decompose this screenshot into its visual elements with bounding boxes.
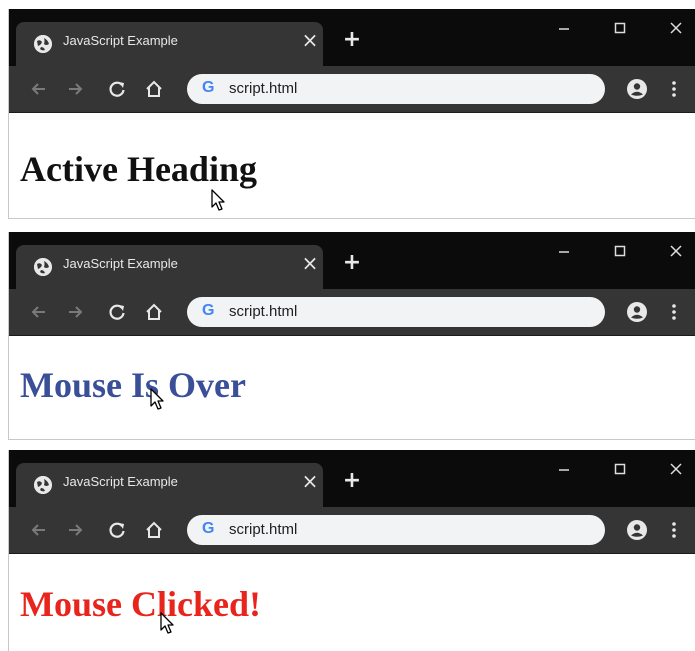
address-bar[interactable]: G script.html — [187, 74, 605, 104]
browser-window-hover: JavaScript Example × + G script.html Mou… — [8, 232, 695, 440]
title-bar: JavaScript Example × + — [9, 450, 695, 507]
home-icon[interactable] — [144, 302, 164, 322]
profile-icon[interactable] — [626, 78, 648, 100]
browser-window-active: JavaScript Example × + G script.html Act… — [8, 9, 695, 219]
google-g-icon: G — [202, 520, 215, 537]
maximize-button[interactable] — [610, 459, 630, 479]
reload-icon[interactable] — [107, 302, 127, 322]
tab-close-button[interactable]: × — [301, 30, 319, 50]
mouse-pointer-icon — [160, 612, 176, 640]
page-content: Mouse Clicked! — [9, 554, 695, 651]
arrow-left-icon[interactable] — [29, 79, 49, 99]
url-text[interactable]: script.html — [229, 521, 297, 538]
close-window-button[interactable] — [666, 241, 686, 261]
maximize-button[interactable] — [610, 241, 630, 261]
tab-title: JavaScript Example — [63, 256, 178, 271]
arrow-left-icon[interactable] — [29, 520, 49, 540]
toolbar: G script.html — [9, 507, 695, 554]
tab-title: JavaScript Example — [63, 33, 178, 48]
browser-tab[interactable]: JavaScript Example × — [16, 463, 323, 507]
browser-window-clicked: JavaScript Example × + G script.html Mou… — [8, 450, 695, 651]
browser-tab[interactable]: JavaScript Example × — [16, 22, 323, 66]
arrow-left-icon[interactable] — [29, 302, 49, 322]
page-heading[interactable]: Active Heading — [20, 151, 257, 187]
globe-icon — [34, 258, 52, 276]
title-bar: JavaScript Example × + — [9, 9, 695, 66]
close-window-button[interactable] — [666, 18, 686, 38]
arrow-right-icon[interactable] — [65, 520, 85, 540]
mouse-pointer-icon — [211, 189, 227, 217]
page-content: Mouse Is Over — [9, 336, 695, 439]
google-g-icon: G — [202, 79, 215, 96]
page-heading[interactable]: Mouse Is Over — [20, 367, 246, 403]
title-bar: JavaScript Example × + — [9, 232, 695, 289]
close-window-button[interactable] — [666, 459, 686, 479]
minimize-button[interactable] — [554, 18, 574, 38]
home-icon[interactable] — [144, 79, 164, 99]
new-tab-button[interactable]: + — [342, 252, 362, 274]
tab-close-button[interactable]: × — [301, 253, 319, 273]
tab-title: JavaScript Example — [63, 474, 178, 489]
address-bar[interactable]: G script.html — [187, 297, 605, 327]
toolbar: G script.html — [9, 289, 695, 336]
url-text[interactable]: script.html — [229, 303, 297, 320]
page-content: Active Heading — [9, 113, 695, 218]
reload-icon[interactable] — [107, 79, 127, 99]
new-tab-button[interactable]: + — [342, 29, 362, 51]
google-g-icon: G — [202, 302, 215, 319]
profile-icon[interactable] — [626, 519, 648, 541]
kebab-menu-icon[interactable] — [670, 79, 678, 99]
address-bar[interactable]: G script.html — [187, 515, 605, 545]
maximize-button[interactable] — [610, 18, 630, 38]
home-icon[interactable] — [144, 520, 164, 540]
profile-icon[interactable] — [626, 301, 648, 323]
arrow-right-icon[interactable] — [65, 79, 85, 99]
toolbar: G script.html — [9, 66, 695, 113]
reload-icon[interactable] — [107, 520, 127, 540]
globe-icon — [34, 35, 52, 53]
kebab-menu-icon[interactable] — [670, 520, 678, 540]
kebab-menu-icon[interactable] — [670, 302, 678, 322]
mouse-pointer-icon — [150, 388, 166, 416]
globe-icon — [34, 476, 52, 494]
url-text[interactable]: script.html — [229, 80, 297, 97]
arrow-right-icon[interactable] — [65, 302, 85, 322]
page-heading[interactable]: Mouse Clicked! — [20, 586, 261, 622]
browser-tab[interactable]: JavaScript Example × — [16, 245, 323, 289]
minimize-button[interactable] — [554, 459, 574, 479]
minimize-button[interactable] — [554, 241, 574, 261]
tab-close-button[interactable]: × — [301, 471, 319, 491]
new-tab-button[interactable]: + — [342, 470, 362, 492]
